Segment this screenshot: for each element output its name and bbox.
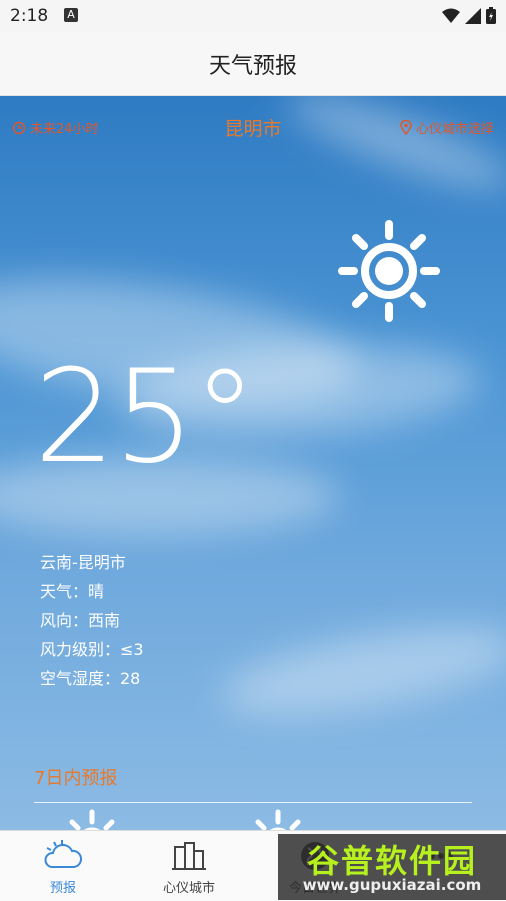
status-bar: 2:18 A xyxy=(0,0,506,32)
city-select-label: 心仪城市选择 xyxy=(415,122,494,137)
tab-favorite-cities-label: 心仪城市 xyxy=(162,881,215,896)
weather-panel: 未来24小时 昆明市 心仪城市选择 25° 云南-昆明市 天气：晴 风向：西南 … xyxy=(0,96,506,830)
weather-details: 云南-昆明市 天气：晴 风向：西南 风力级别：≤3 空气湿度：28 xyxy=(40,548,144,693)
city-select-link[interactable]: 心仪城市选择 xyxy=(400,118,494,137)
watermark-url: www.gupuxiazai.com xyxy=(302,876,482,894)
wind-level-text: 风力级别：≤3 xyxy=(40,640,144,659)
humidity-text: 空气湿度：28 xyxy=(40,669,141,688)
status-time: 2:18 xyxy=(10,6,49,26)
wifi-icon xyxy=(442,8,460,23)
sunny-icon xyxy=(338,220,440,322)
tab-forecast[interactable]: 预报 xyxy=(0,831,126,901)
forecast-sunny-icon xyxy=(255,809,301,830)
top-links: 未来24小时 昆明市 心仪城市选择 xyxy=(0,96,506,156)
location-text: 云南-昆明市 xyxy=(40,553,126,572)
app-bar: 天气预报 xyxy=(0,32,506,96)
tab-favorite-cities[interactable]: 心仪城市 xyxy=(126,831,252,901)
location-pin-icon xyxy=(400,120,412,135)
forecast-title: 7日内预报 xyxy=(34,768,118,789)
building-icon xyxy=(172,842,206,870)
cloud-icon xyxy=(44,840,82,868)
wind-direction-text: 风向：西南 xyxy=(40,611,121,630)
watermark: 谷普软件园 www.gupuxiazai.com xyxy=(278,834,506,900)
temperature: 25° xyxy=(34,343,257,492)
signal-icon xyxy=(465,7,481,24)
forecast-divider xyxy=(34,802,472,803)
battery-icon xyxy=(486,7,496,24)
status-icons xyxy=(442,7,496,24)
forecast-sunny-icon xyxy=(69,809,115,830)
condition-text: 天气：晴 xyxy=(40,582,105,601)
notification-a-icon: A xyxy=(64,8,78,22)
page-title: 天气预报 xyxy=(208,54,297,79)
tab-forecast-label: 预报 xyxy=(49,881,76,896)
cloud-decoration xyxy=(216,610,506,732)
